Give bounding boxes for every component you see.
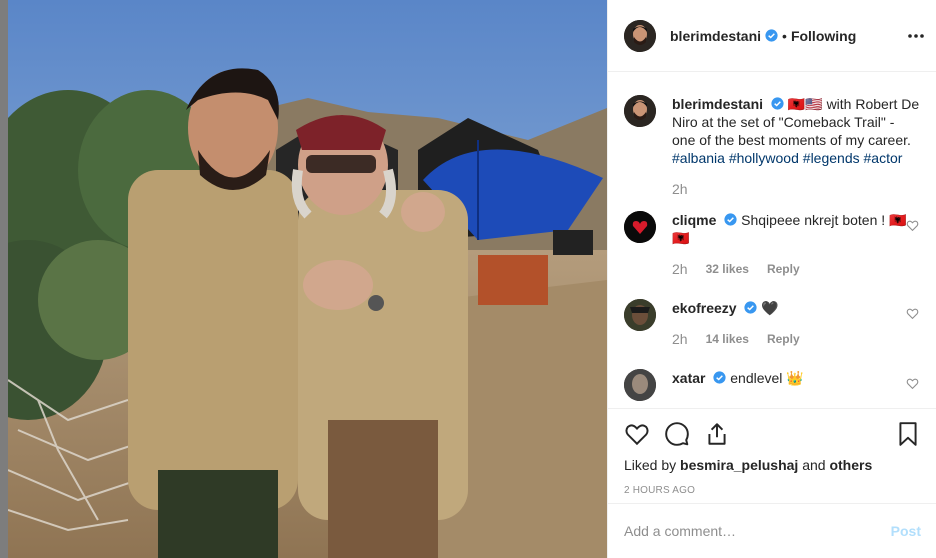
comment-body: endlevel 👑 bbox=[730, 370, 804, 386]
liked-by-others[interactable]: others bbox=[829, 457, 872, 473]
avatar[interactable] bbox=[624, 369, 656, 401]
avatar[interactable] bbox=[624, 95, 656, 127]
reply-button[interactable]: Reply bbox=[767, 262, 800, 276]
header-username[interactable]: blerimdestani bbox=[670, 28, 761, 44]
comment-username[interactable]: xatar bbox=[672, 370, 705, 386]
comment-text: xatar endlevel 👑 bbox=[672, 369, 921, 387]
liked-by-and: and bbox=[802, 457, 826, 473]
comment-text: cliqme Shqipeee nkrejt boten ! 🇦🇱🇦🇱 bbox=[672, 211, 921, 247]
comments-list[interactable]: blerimdestani 🇦🇱🇺🇸 with Robert De Niro a… bbox=[608, 73, 936, 408]
comment-item: xatar endlevel 👑 bbox=[624, 369, 921, 401]
caption-meta: 2h bbox=[672, 181, 921, 197]
hashtag[interactable]: #legends bbox=[803, 150, 860, 166]
like-comment-heart-icon[interactable] bbox=[906, 307, 919, 320]
comment-bubble-icon[interactable] bbox=[664, 421, 690, 447]
caption: blerimdestani 🇦🇱🇺🇸 with Robert De Niro a… bbox=[624, 73, 921, 197]
liked-by: Liked by besmira_pelushaj and others bbox=[624, 457, 921, 473]
hashtag[interactable]: #actor bbox=[864, 150, 903, 166]
like-comment-heart-icon[interactable] bbox=[906, 377, 919, 390]
reply-button[interactable]: Reply bbox=[767, 332, 800, 346]
liked-by-prefix: Liked by bbox=[624, 457, 677, 473]
post-side-panel: blerimdestani • Following blerimdestani … bbox=[607, 0, 936, 558]
caption-time: 2h bbox=[672, 181, 688, 197]
window-edge bbox=[0, 0, 8, 558]
post-header: blerimdestani • Following bbox=[608, 0, 936, 72]
comment-likes[interactable]: 14 likes bbox=[706, 332, 749, 346]
hashtag[interactable]: #hollywood bbox=[729, 150, 799, 166]
post-actions: Liked by besmira_pelushaj and others 2 H… bbox=[608, 408, 936, 496]
caption-text: blerimdestani 🇦🇱🇺🇸 with Robert De Niro a… bbox=[672, 95, 921, 167]
comment-username[interactable]: cliqme bbox=[672, 212, 716, 228]
post-timestamp[interactable]: 2 HOURS AGO bbox=[624, 485, 921, 496]
comment-body: 🖤 bbox=[761, 300, 779, 316]
post-photo-image bbox=[8, 0, 607, 558]
avatar[interactable] bbox=[624, 19, 656, 52]
comment-item: cliqme Shqipeee nkrejt boten ! 🇦🇱🇦🇱 2h 3… bbox=[624, 211, 921, 277]
separator-dot: • bbox=[782, 27, 787, 44]
comment-time: 2h bbox=[672, 261, 688, 277]
like-comment-heart-icon[interactable] bbox=[906, 219, 919, 232]
comment-meta: 2h 32 likes Reply bbox=[672, 261, 921, 277]
more-horizontal-icon[interactable] bbox=[906, 26, 926, 46]
caption-username[interactable]: blerimdestani bbox=[672, 96, 763, 112]
comment-meta: 2h 14 likes Reply bbox=[672, 331, 921, 347]
avatar[interactable] bbox=[624, 299, 656, 331]
action-icons-row bbox=[624, 419, 921, 449]
like-heart-icon[interactable] bbox=[624, 421, 650, 447]
share-upload-icon[interactable] bbox=[704, 421, 730, 447]
comment-item: ekofreezy 🖤 2h 14 likes Reply bbox=[624, 299, 921, 347]
comment-text: ekofreezy 🖤 bbox=[672, 299, 921, 317]
verified-badge-icon bbox=[713, 371, 726, 384]
post-photo[interactable] bbox=[8, 0, 607, 558]
comment-username[interactable]: ekofreezy bbox=[672, 300, 737, 316]
comment-input[interactable] bbox=[624, 523, 883, 539]
verified-badge-icon bbox=[765, 29, 778, 42]
bookmark-icon[interactable] bbox=[895, 421, 921, 447]
post-comment-button[interactable]: Post bbox=[891, 523, 921, 539]
verified-badge-icon bbox=[744, 301, 758, 314]
verified-badge-icon bbox=[724, 213, 737, 226]
add-comment-bar: Post bbox=[608, 503, 936, 558]
following-button[interactable]: Following bbox=[791, 28, 856, 44]
verified-badge-icon bbox=[771, 97, 784, 110]
comment-likes[interactable]: 32 likes bbox=[706, 262, 749, 276]
comment-time: 2h bbox=[672, 331, 688, 347]
avatar[interactable] bbox=[624, 211, 656, 243]
liked-by-user[interactable]: besmira_pelushaj bbox=[680, 457, 798, 473]
hashtag[interactable]: #albania bbox=[672, 150, 725, 166]
